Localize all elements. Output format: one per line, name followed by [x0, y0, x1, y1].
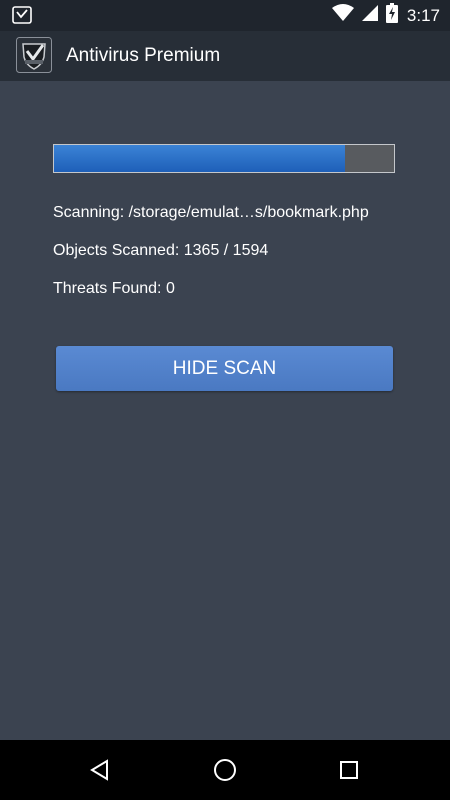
home-icon[interactable] [205, 750, 245, 790]
objects-scanned-text: Objects Scanned: 1365 / 1594 [53, 242, 269, 259]
status-time: 3:17 [406, 5, 440, 25]
hide-scan-button[interactable]: HIDE SCAN [56, 346, 393, 391]
scan-progress-fill [54, 145, 346, 172]
scanning-path-text: Scanning: /storage/emulat…s/bookmark.php [53, 204, 369, 221]
screen: 3:17 Antivirus Premium Scanning: /storag… [0, 0, 450, 800]
action-bar: Antivirus Premium [0, 31, 450, 81]
status-icons: 3:17 [331, 0, 440, 31]
shield-check-logo-icon[interactable] [16, 37, 52, 73]
cellular-signal-icon [361, 4, 379, 27]
app-title: Antivirus Premium [66, 45, 221, 66]
wifi-icon [331, 4, 354, 27]
recents-icon[interactable] [329, 750, 369, 790]
back-icon[interactable] [80, 750, 120, 790]
navigation-bar [0, 740, 450, 800]
status-bar: 3:17 [0, 0, 450, 31]
app-notification-icon [12, 6, 32, 24]
scan-progress-bar [53, 144, 395, 173]
threats-found-text: Threats Found: 0 [53, 280, 175, 297]
battery-charging-icon [385, 3, 398, 28]
